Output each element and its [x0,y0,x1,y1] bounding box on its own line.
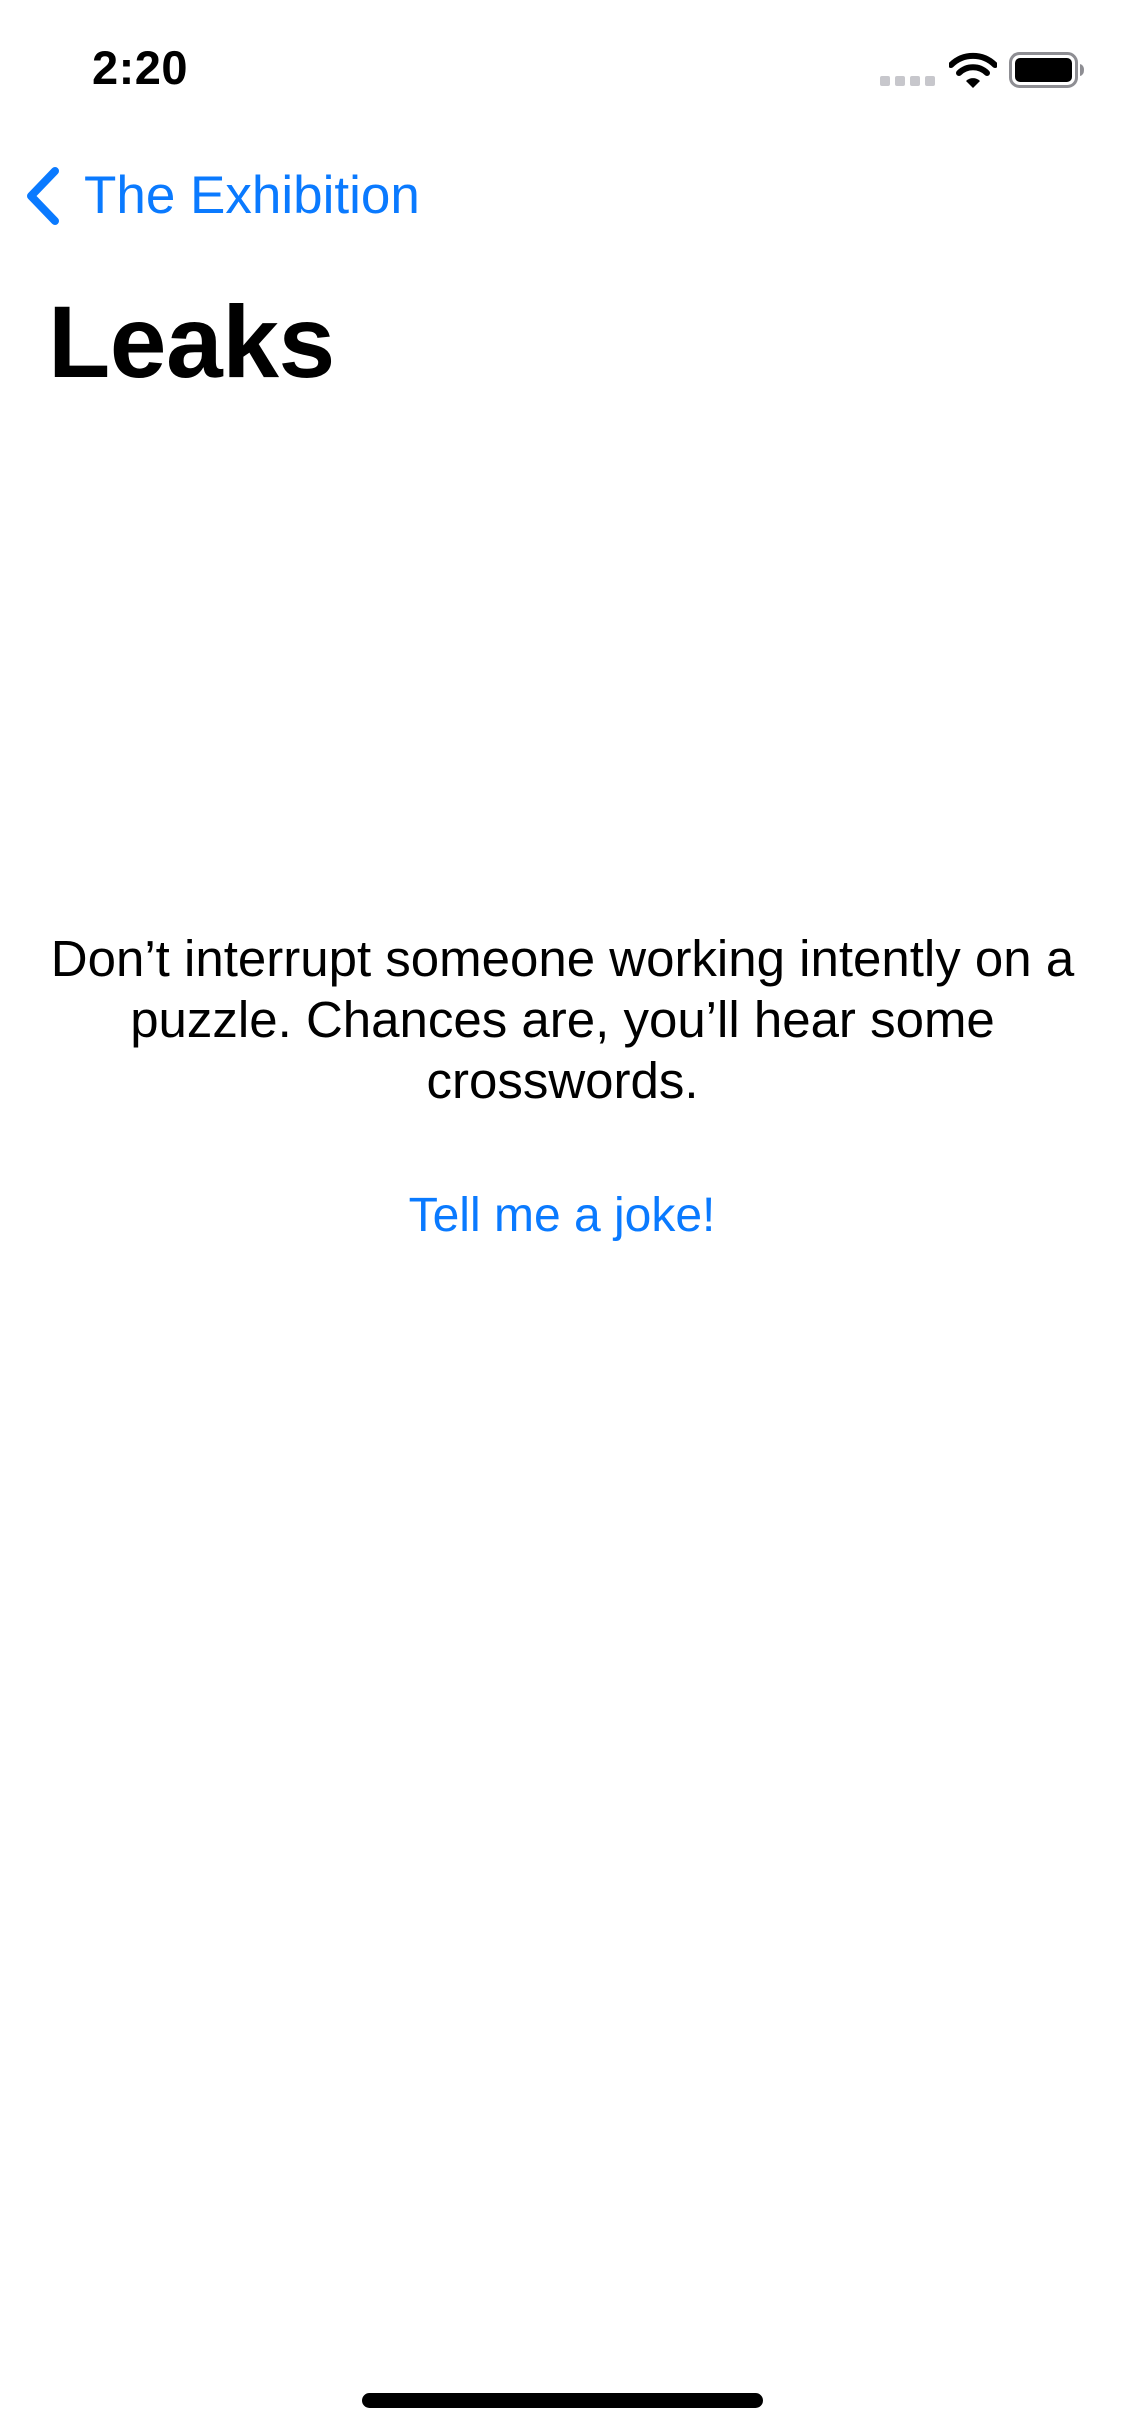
status-time: 2:20 [92,41,189,94]
home-indicator[interactable] [362,2393,763,2408]
status-bar: 2:20 [0,0,1125,140]
cellular-signal-icon [880,76,935,86]
battery-icon [1009,52,1084,88]
back-button[interactable]: The Exhibition [22,164,420,228]
tell-joke-button[interactable]: Tell me a joke! [312,1186,812,1246]
back-button-label: The Exhibition [84,166,420,225]
page-title: Leaks [48,285,335,399]
wifi-icon [949,52,997,88]
chevron-left-icon [27,167,59,225]
joke-text: Don’t interrupt someone working intently… [50,930,1075,1109]
